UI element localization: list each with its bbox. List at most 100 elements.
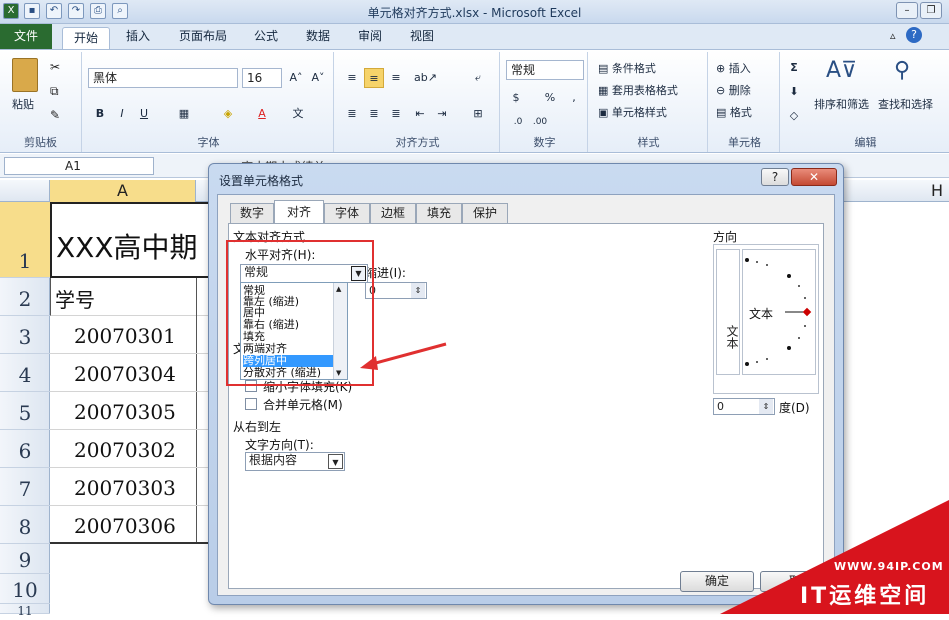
font-color-icon[interactable]: A	[252, 104, 272, 124]
sort-filter-icon[interactable]: A⊽	[826, 58, 857, 83]
table-row[interactable]: 20070305	[50, 392, 220, 430]
border-icon[interactable]: ▦	[174, 104, 194, 124]
row-header[interactable]: 7	[0, 468, 50, 506]
spin-arrows-icon[interactable]: ⇕	[759, 399, 773, 414]
align-right-icon[interactable]: ≣	[386, 104, 406, 124]
grow-font-icon[interactable]: A˄	[286, 68, 306, 88]
cut-icon[interactable]: ✂	[50, 60, 60, 74]
clear-icon[interactable]: ◇	[784, 106, 804, 126]
align-middle-icon[interactable]: ≡	[364, 68, 384, 88]
cell-styles-button[interactable]: ▣ 单元格样式	[598, 104, 667, 120]
text-direction-select[interactable]: 根据内容 ▼	[245, 452, 345, 471]
window-title: 单元格对齐方式.xlsx - Microsoft Excel	[367, 6, 582, 20]
format-icon: ▤	[716, 106, 730, 119]
phonetic-icon[interactable]: 文	[288, 104, 308, 124]
tab-home[interactable]: 开始	[62, 27, 110, 50]
table-row[interactable]: 20070303	[50, 468, 220, 506]
merge-center-icon[interactable]: ⊞	[468, 104, 488, 124]
restore-button[interactable]: ❐	[920, 2, 942, 19]
row-header[interactable]: 3	[0, 316, 50, 354]
vertical-text-button[interactable]: 文本	[716, 249, 740, 375]
align-left-icon[interactable]: ≣	[342, 104, 362, 124]
conditional-format-button[interactable]: ▤ 条件格式	[598, 60, 656, 76]
decrease-indent-icon[interactable]: ⇤	[410, 104, 430, 124]
dialog-tab-border[interactable]: 边框	[370, 203, 416, 223]
row-header[interactable]: 5	[0, 392, 50, 430]
row-header[interactable]: 8	[0, 506, 50, 544]
shrink-font-icon[interactable]: A˅	[308, 68, 328, 88]
font-size-combo[interactable]: 16	[242, 68, 282, 88]
decrease-decimal-icon[interactable]: .00	[530, 112, 550, 132]
dialog-tab-fill[interactable]: 填充	[416, 203, 462, 223]
tab-insert[interactable]: 插入	[116, 24, 160, 49]
percent-button[interactable]: %	[540, 88, 560, 108]
font-name-combo[interactable]: 黑体	[88, 68, 238, 88]
format-painter-icon[interactable]: ✎	[50, 108, 60, 122]
row-header[interactable]: 9	[0, 544, 50, 574]
dialog-tab-font[interactable]: 字体	[324, 203, 370, 223]
number-format-combo[interactable]: 常规	[506, 60, 584, 80]
align-top-icon[interactable]: ≡	[342, 68, 362, 88]
align-center-icon[interactable]: ≣	[364, 104, 384, 124]
format-button[interactable]: ▤ 格式	[716, 104, 752, 120]
copy-icon[interactable]: ⧉	[50, 84, 59, 99]
paste-icon[interactable]	[12, 58, 38, 92]
orientation-icon[interactable]: ab↗	[414, 68, 437, 88]
tab-view[interactable]: 视图	[402, 24, 442, 49]
insert-button[interactable]: ⊕ 插入	[716, 60, 751, 76]
collapse-ribbon-icon[interactable]: ▵	[890, 29, 896, 42]
indent-spinner[interactable]: 0 ⇕	[365, 282, 427, 299]
help-icon[interactable]: ?	[906, 27, 922, 43]
degree-spinner[interactable]: 0 ⇕	[713, 398, 775, 415]
row-header[interactable]: 11	[0, 604, 50, 618]
table-row[interactable]: 20070306	[50, 506, 220, 544]
comma-button[interactable]: ,	[564, 88, 584, 108]
bold-button[interactable]: B	[90, 104, 110, 124]
find-select-button[interactable]: 查找和选择	[878, 96, 933, 112]
minimize-button[interactable]: –	[896, 2, 918, 19]
table-row[interactable]: 20070302	[50, 430, 220, 468]
underline-button[interactable]: U	[134, 104, 154, 124]
row-header[interactable]: 10	[0, 574, 50, 604]
table-row[interactable]: 20070304	[50, 354, 220, 392]
row-header[interactable]: 2	[0, 278, 50, 316]
italic-button[interactable]: I	[112, 104, 132, 124]
cell-a2[interactable]: 学号	[50, 278, 220, 316]
help-button[interactable]: ?	[761, 168, 789, 186]
tab-page-layout[interactable]: 页面布局	[170, 24, 236, 49]
wrap-text-icon[interactable]: ⤶	[468, 68, 488, 88]
row-header[interactable]: 6	[0, 430, 50, 468]
autosum-icon[interactable]: Σ	[784, 58, 804, 78]
column-header-a[interactable]: A	[50, 180, 196, 202]
column-header-h[interactable]: H	[880, 180, 949, 202]
dialog-tab-alignment[interactable]: 对齐	[274, 200, 324, 224]
increase-indent-icon[interactable]: ⇥	[432, 104, 452, 124]
sort-filter-button[interactable]: 排序和筛选	[814, 96, 869, 112]
dialog-tab-number[interactable]: 数字	[230, 203, 274, 223]
tab-formulas[interactable]: 公式	[246, 24, 286, 49]
select-all-corner[interactable]	[0, 180, 50, 202]
spin-arrows-icon[interactable]: ⇕	[411, 283, 425, 298]
tab-file[interactable]: 文件	[0, 24, 52, 49]
chevron-down-icon[interactable]: ▼	[328, 454, 343, 469]
paste-button[interactable]: 粘贴	[12, 96, 34, 112]
cell-a1[interactable]: XXX高中期	[50, 202, 210, 278]
currency-icon[interactable]: $	[506, 88, 526, 108]
dialog-tab-protection[interactable]: 保护	[462, 203, 508, 223]
row-header[interactable]: 4	[0, 354, 50, 392]
close-button[interactable]: ✕	[791, 168, 837, 186]
format-as-table-button[interactable]: ▦ 套用表格格式	[598, 82, 678, 98]
merge-cells-checkbox[interactable]	[245, 398, 257, 410]
orientation-dial[interactable]: 文本	[742, 249, 816, 375]
table-row[interactable]: 20070301	[50, 316, 220, 354]
fill-icon[interactable]: ⬇	[784, 82, 804, 102]
align-bottom-icon[interactable]: ≡	[386, 68, 406, 88]
tab-data[interactable]: 数据	[298, 24, 338, 49]
name-box[interactable]: A1	[4, 157, 154, 175]
row-header[interactable]: 1	[0, 202, 50, 278]
fill-color-icon[interactable]: ◈	[218, 104, 238, 124]
increase-decimal-icon[interactable]: .0	[508, 112, 528, 132]
find-select-icon[interactable]: ⚲	[894, 58, 910, 83]
delete-button[interactable]: ⊖ 删除	[716, 82, 751, 98]
tab-review[interactable]: 审阅	[350, 24, 390, 49]
